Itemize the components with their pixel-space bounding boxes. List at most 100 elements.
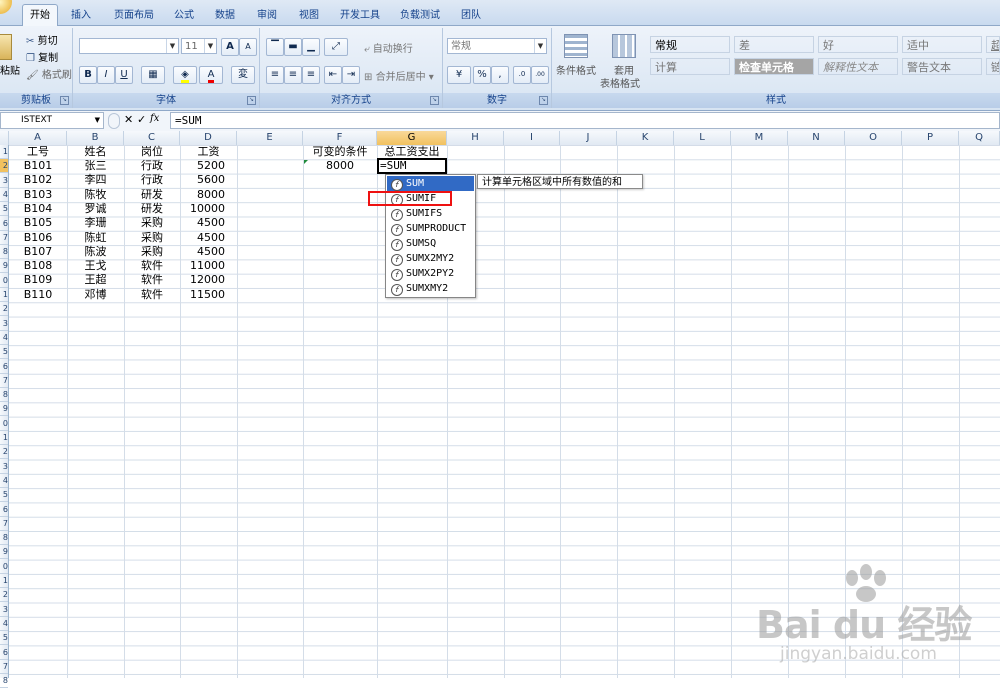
row-header[interactable]: 7 bbox=[0, 231, 8, 245]
table-format-line2[interactable]: 表格格式 bbox=[600, 75, 640, 90]
cut-button[interactable]: ✂ 剪切 bbox=[26, 32, 58, 47]
cell-salary[interactable]: 10000 bbox=[180, 202, 225, 216]
row-header[interactable]: 0 bbox=[0, 560, 8, 574]
row-header[interactable]: 6 bbox=[0, 217, 8, 231]
table-format-icon[interactable] bbox=[612, 34, 636, 58]
name-box[interactable]: ISTEXT ▼ bbox=[0, 112, 104, 129]
column-header[interactable]: L bbox=[674, 131, 731, 145]
style-warning[interactable]: 警告文本 bbox=[902, 58, 982, 75]
cell-c1[interactable]: 岗位 bbox=[124, 145, 180, 159]
tab-page-layout[interactable]: 页面布局 bbox=[106, 6, 162, 25]
tab-developer[interactable]: 开发工具 bbox=[334, 6, 386, 25]
row-header[interactable]: 7 bbox=[0, 517, 8, 531]
cell-name[interactable]: 陈虹 bbox=[67, 231, 124, 245]
cell-g1[interactable]: 总工资支出 bbox=[377, 145, 447, 159]
cell-salary[interactable]: 5200 bbox=[180, 159, 225, 173]
column-header[interactable]: F bbox=[303, 131, 377, 145]
cell-dept[interactable]: 软件 bbox=[124, 288, 180, 302]
conditional-format-button[interactable]: 条件格式 bbox=[556, 62, 596, 77]
active-cell-g2[interactable]: =SUM bbox=[377, 158, 447, 174]
style-neutral[interactable]: 适中 bbox=[902, 36, 982, 53]
row-header[interactable]: 3 bbox=[0, 460, 8, 474]
enter-icon[interactable]: ✓ bbox=[137, 113, 146, 126]
style-check-cell[interactable]: 检查单元格 bbox=[734, 58, 814, 75]
cell-id[interactable]: B102 bbox=[9, 173, 67, 187]
tab-view[interactable]: 视图 bbox=[292, 6, 326, 25]
clipboard-launcher-icon[interactable]: ↘ bbox=[60, 96, 69, 105]
phonetic-button[interactable]: 変 bbox=[231, 66, 255, 84]
row-header[interactable]: 2 bbox=[0, 588, 8, 603]
cell-dept[interactable]: 采购 bbox=[124, 245, 180, 259]
font-name-combo[interactable]: ▼ bbox=[79, 38, 179, 54]
style-bad[interactable]: 差 bbox=[734, 36, 814, 53]
decrease-decimal-button[interactable]: .00 bbox=[531, 66, 549, 84]
cell-salary[interactable]: 12000 bbox=[180, 273, 225, 287]
column-header[interactable]: P bbox=[902, 131, 959, 145]
formula-input[interactable]: =SUM bbox=[170, 112, 1000, 129]
autocomplete-item[interactable]: f SUMIFS bbox=[387, 206, 474, 221]
row-header[interactable]: 9 bbox=[0, 545, 8, 560]
insert-function-icon[interactable]: fx bbox=[150, 113, 159, 124]
cell-salary[interactable]: 4500 bbox=[180, 216, 225, 230]
font-color-button[interactable]: A bbox=[199, 66, 223, 84]
style-calculation[interactable]: 计算 bbox=[650, 58, 730, 75]
cell-dept[interactable]: 行政 bbox=[124, 159, 180, 173]
cell-salary[interactable]: 5600 bbox=[180, 173, 225, 187]
row-header[interactable]: 4 bbox=[0, 617, 8, 631]
cell-b1[interactable]: 姓名 bbox=[67, 145, 124, 159]
underline-button[interactable]: U bbox=[115, 66, 133, 84]
cell-id[interactable]: B109 bbox=[9, 273, 67, 287]
cell-salary[interactable]: 4500 bbox=[180, 245, 225, 259]
select-all-corner[interactable] bbox=[0, 131, 9, 145]
column-header[interactable]: J bbox=[560, 131, 617, 145]
paste-icon[interactable] bbox=[0, 34, 12, 60]
cell-salary[interactable]: 4500 bbox=[180, 231, 225, 245]
row-header[interactable]: 3 bbox=[0, 174, 8, 188]
column-header[interactable]: C bbox=[124, 131, 180, 145]
row-header[interactable]: 6 bbox=[0, 360, 8, 374]
orientation-icon[interactable]: ⤢ bbox=[324, 38, 348, 56]
shrink-font-button[interactable]: A bbox=[239, 38, 257, 56]
row-header[interactable]: 5 bbox=[0, 488, 8, 503]
row-header[interactable]: 1 bbox=[0, 288, 8, 302]
fill-color-button[interactable]: ◈ bbox=[173, 66, 197, 84]
tab-home[interactable]: 开始 bbox=[22, 4, 58, 27]
row-header[interactable]: 7 bbox=[0, 660, 8, 674]
autocomplete-item[interactable]: f SUM bbox=[387, 176, 474, 191]
column-header[interactable]: I bbox=[504, 131, 560, 145]
column-header-selected[interactable]: G bbox=[377, 131, 447, 145]
font-size-combo[interactable]: 11 ▼ bbox=[181, 38, 217, 54]
row-header[interactable]: 7 bbox=[0, 374, 8, 388]
column-header[interactable]: H bbox=[447, 131, 504, 145]
alignment-launcher-icon[interactable]: ↘ bbox=[430, 96, 439, 105]
cell-name[interactable]: 王超 bbox=[67, 273, 124, 287]
autocomplete-item[interactable]: f SUMX2PY2 bbox=[387, 266, 474, 281]
cell-dept[interactable]: 采购 bbox=[124, 216, 180, 230]
cell-id[interactable]: B106 bbox=[9, 231, 67, 245]
decrease-indent-icon[interactable]: ⇤ bbox=[324, 66, 342, 84]
row-header[interactable]: 1 bbox=[0, 431, 8, 445]
row-header[interactable]: 3 bbox=[0, 603, 8, 617]
autocomplete-item[interactable]: f SUMPRODUCT bbox=[387, 221, 474, 236]
tab-data[interactable]: 数据 bbox=[208, 6, 242, 25]
row-header[interactable]: 3 bbox=[0, 317, 8, 331]
cancel-icon[interactable]: ✕ bbox=[124, 113, 133, 126]
row-header[interactable]: 8 bbox=[0, 674, 8, 688]
row-header[interactable]: 5 bbox=[0, 345, 8, 360]
column-header[interactable]: N bbox=[788, 131, 845, 145]
row-header[interactable]: 6 bbox=[0, 646, 8, 660]
column-header[interactable]: E bbox=[237, 131, 303, 145]
style-hyperlink[interactable]: 超 bbox=[986, 36, 1000, 53]
column-header[interactable]: M bbox=[731, 131, 788, 145]
style-normal[interactable]: 常规 bbox=[650, 36, 730, 53]
increase-indent-icon[interactable]: ⇥ bbox=[342, 66, 360, 84]
row-header[interactable]: 8 bbox=[0, 388, 8, 403]
align-center-icon[interactable]: ≡ bbox=[284, 66, 302, 84]
column-header[interactable]: B bbox=[67, 131, 124, 145]
grow-font-button[interactable]: A bbox=[221, 38, 239, 56]
italic-button[interactable]: I bbox=[97, 66, 115, 84]
bold-button[interactable]: B bbox=[79, 66, 97, 84]
row-header[interactable]: 1 bbox=[0, 574, 8, 588]
merge-center-button[interactable]: ⊞ 合并后居中 ▾ bbox=[364, 68, 434, 83]
column-header[interactable]: D bbox=[180, 131, 237, 145]
